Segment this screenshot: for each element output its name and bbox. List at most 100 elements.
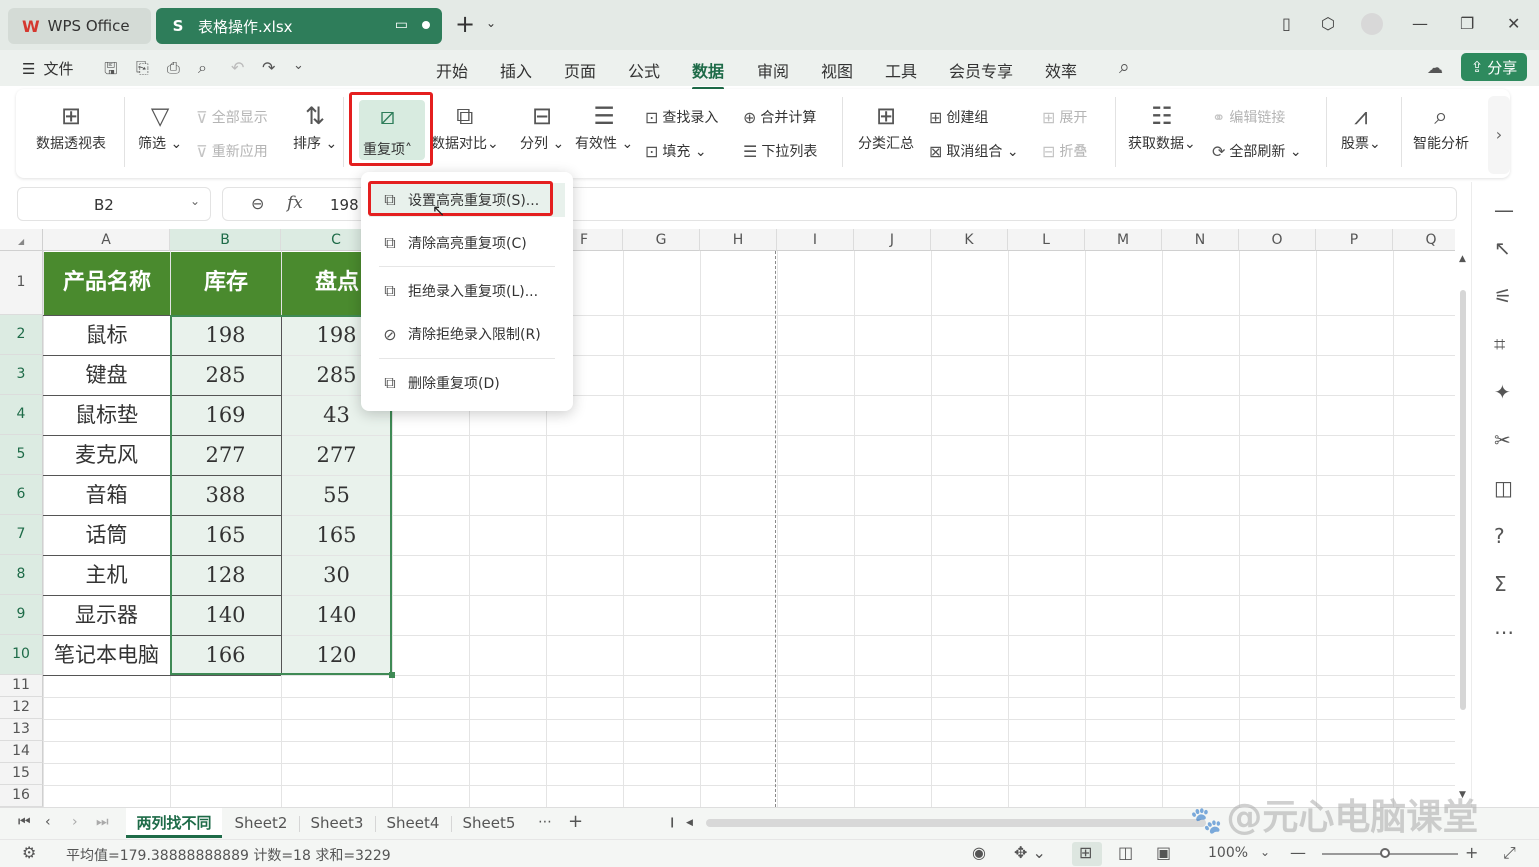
eye-icon[interactable]: ◉ [972, 843, 986, 862]
get-data-button[interactable]: ☷ 获取数据⌄ [1128, 99, 1196, 153]
column-header-l[interactable]: L [1008, 229, 1085, 251]
print-icon[interactable]: ⎙ [167, 58, 180, 78]
scroll-left-icon[interactable]: ◀ [686, 818, 693, 828]
select-all-corner[interactable]: ◢ [0, 229, 43, 251]
book-icon[interactable]: ◫ [1494, 476, 1513, 500]
row-header-9[interactable]: 9 [0, 595, 43, 635]
cell-a2[interactable]: 鼠标 [43, 315, 170, 355]
column-header-m[interactable]: M [1085, 229, 1162, 251]
prev-sheet-icon[interactable]: ‹ [45, 814, 51, 830]
sheet-tab-active[interactable]: 两列找不同 [126, 808, 222, 838]
tab-efficiency[interactable]: 效率 [1045, 58, 1077, 82]
page-layout-icon[interactable]: ◫ [1118, 843, 1133, 862]
tab-member[interactable]: 会员专享 [949, 58, 1013, 82]
cell-c7[interactable]: 165 [281, 515, 392, 555]
zoom-slider-knob[interactable] [1380, 848, 1390, 858]
settings-sliders-icon[interactable]: ⚟ [1494, 284, 1512, 308]
column-header-i[interactable]: I [777, 229, 854, 251]
redo-icon[interactable]: ↷ [262, 58, 275, 77]
cell-c8[interactable]: 30 [281, 555, 392, 595]
search-icon[interactable]: ⌕ [1119, 56, 1130, 78]
column-header-n[interactable]: N [1162, 229, 1239, 251]
cell-a7[interactable]: 话筒 [43, 515, 170, 555]
show-all-button[interactable]: ⊽ 全部显示 [196, 107, 268, 127]
cell-a10[interactable]: 笔记本电脑 [43, 635, 170, 675]
name-box[interactable]: B2 ⌄ [17, 187, 211, 221]
sum-icon[interactable]: Σ [1494, 572, 1507, 596]
tab-insert[interactable]: 插入 [500, 58, 532, 82]
fill-button[interactable]: ⊡ 填充 ⌄ [645, 141, 707, 161]
row-header-11[interactable]: 11 [0, 675, 43, 697]
file-tab[interactable]: S 表格操作.xlsx ▭ [156, 8, 442, 44]
sheet-tab[interactable]: Sheet3 [304, 808, 370, 838]
cell-a9[interactable]: 显示器 [43, 595, 170, 635]
tab-view[interactable]: 视图 [821, 58, 853, 82]
cell-a4[interactable]: 鼠标垫 [43, 395, 170, 435]
unsaved-dot-icon[interactable] [422, 21, 430, 29]
scroll-up-icon[interactable]: ▲ [1459, 254, 1466, 264]
vertical-scrollbar[interactable]: ▲ ▼ [1457, 252, 1469, 804]
column-header-a[interactable]: A [43, 229, 170, 251]
sort-button[interactable]: ⇅ 排序 ⌄ [293, 99, 337, 153]
column-header-g[interactable]: G [623, 229, 700, 251]
macro-icon[interactable]: ⚙ [22, 843, 36, 862]
dropdown-list-button[interactable]: ☰ 下拉列表 [743, 141, 817, 161]
column-header-q[interactable]: Q [1393, 229, 1455, 251]
cell-c9[interactable]: 140 [281, 595, 392, 635]
tools-icon[interactable]: ✂ [1494, 428, 1511, 452]
delete-duplicates-item[interactable]: ⧉ 删除重复项(D) [369, 366, 565, 400]
chevron-down-icon[interactable]: ⌄ [486, 16, 496, 30]
row-header-5[interactable]: 5 [0, 435, 43, 475]
sheet-tab[interactable]: Sheet2 [228, 808, 294, 838]
clear-reject-item[interactable]: ⊘ 清除拒绝录入限制(R) [369, 317, 565, 351]
collapse-panel-icon[interactable]: — [1494, 198, 1514, 222]
cell-b4[interactable]: 169 [170, 395, 281, 435]
cell-b2[interactable]: 198 [170, 315, 281, 355]
spreadsheet-grid[interactable]: ◢ ABCDEFGHIJKLMNOPQ123456789101112131415… [0, 229, 1455, 807]
edit-links-button[interactable]: ⚭ 编辑链接 [1212, 107, 1285, 127]
tab-start[interactable]: 开始 [436, 58, 468, 82]
ai-icon[interactable]: ✦ [1494, 380, 1511, 404]
cell-b5[interactable]: 277 [170, 435, 281, 475]
column-header-k[interactable]: K [931, 229, 1008, 251]
chevron-down-icon[interactable]: ⌄ [190, 194, 200, 208]
tab-data[interactable]: 数据 [692, 58, 725, 90]
smart-analysis-button[interactable]: ⌕ 智能分析 [1413, 99, 1469, 153]
next-sheet-icon[interactable]: › [72, 814, 78, 830]
cell-c10[interactable]: 120 [281, 635, 392, 675]
table-header-cell[interactable]: 产品名称 [44, 252, 170, 315]
reapply-button[interactable]: ⊽ 重新应用 [196, 141, 268, 161]
more-sheets-icon[interactable]: ⋯ [538, 814, 552, 830]
cell-a5[interactable]: 麦克风 [43, 435, 170, 475]
row-header-13[interactable]: 13 [0, 719, 43, 741]
cell-a6[interactable]: 音箱 [43, 475, 170, 515]
restore-icon[interactable]: ❐ [1460, 14, 1474, 33]
scroll-thumb[interactable] [1460, 290, 1466, 710]
sheet-tab[interactable]: Sheet5 [456, 808, 522, 838]
zoom-level[interactable]: 100% [1208, 845, 1248, 861]
split-column-button[interactable]: ⊟ 分列 ⌄ [520, 99, 564, 153]
cloud-icon[interactable]: ☁ [1427, 58, 1443, 77]
first-sheet-icon[interactable]: ⏮ [18, 814, 31, 830]
column-header-p[interactable]: P [1316, 229, 1393, 251]
more-icon[interactable]: ⋯ [1494, 620, 1514, 644]
expand-button[interactable]: ⊞ 展开 [1042, 107, 1087, 127]
row-header-14[interactable]: 14 [0, 741, 43, 763]
cell-b10[interactable]: 166 [170, 635, 281, 675]
wps-office-home-tab[interactable]: W WPS Office [8, 8, 151, 44]
tab-tools[interactable]: 工具 [885, 58, 917, 82]
cell-b7[interactable]: 165 [170, 515, 281, 555]
column-header-b[interactable]: B [170, 229, 281, 251]
export-icon[interactable]: ⎘ [136, 58, 149, 78]
ribbon-scroll-right-icon[interactable]: › [1488, 96, 1510, 174]
compare-button[interactable]: ⧉ 数据对比⌄ [431, 99, 499, 153]
pointer-icon[interactable]: ↖ [1494, 236, 1511, 260]
cube-icon[interactable]: ⬡ [1321, 14, 1335, 33]
clear-highlight-item[interactable]: ⧉ 清除高亮重复项(C) [369, 226, 565, 260]
monitor-icon[interactable]: ▭ [395, 17, 408, 33]
fullscreen-icon[interactable]: ⤢ [1503, 843, 1516, 863]
sheet-tab[interactable]: Sheet4 [380, 808, 446, 838]
pivot-table-button[interactable]: ⊞ 数据透视表 [36, 99, 106, 153]
stocks-button[interactable]: ⩘ 股票⌄ [1341, 99, 1381, 153]
tab-review[interactable]: 审阅 [757, 58, 789, 82]
